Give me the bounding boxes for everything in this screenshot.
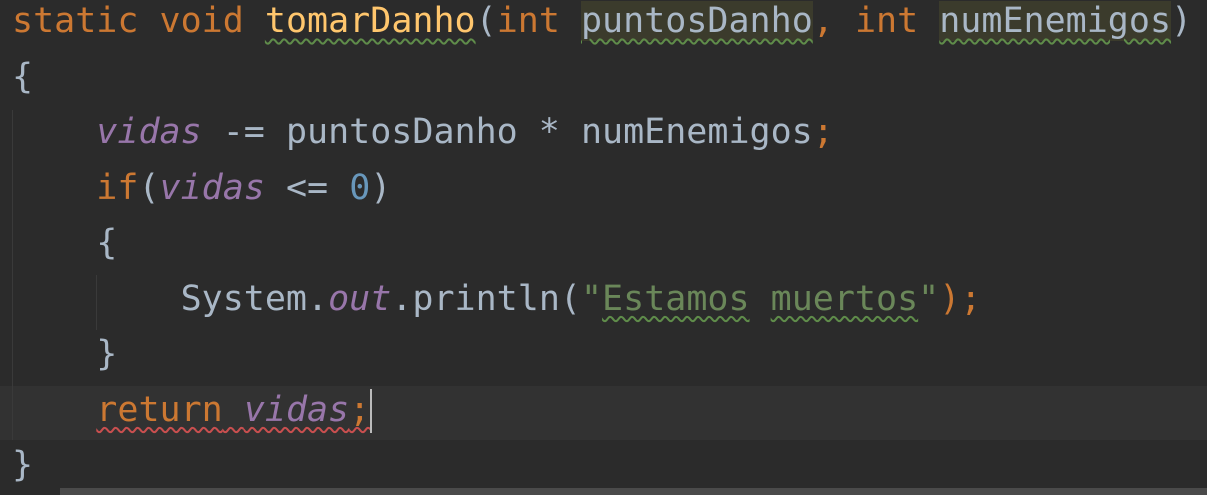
field: vidas [96,112,202,152]
number: 0 [349,167,371,208]
string-word: Estamos [602,278,750,319]
expression: -= puntosDanho * numEnemigos [201,112,813,152]
keyword: return [96,389,223,430]
field: vidas [243,389,350,430]
code-line-9: } [12,438,1192,494]
paren: ) [1171,1,1193,41]
parameter: puntosDanho [580,1,813,41]
keyword: void [159,1,244,41]
keyword: int [496,1,560,41]
code-line-6: System.out.println("Estamos muertos"); [12,272,1192,328]
method-name: tomarDanho [264,1,476,41]
paren: ( [138,167,160,208]
code-line-4: if(vidas <= 0) [12,161,1192,217]
code-line-3: vidas -= puntosDanho * numEnemigos; [12,105,1192,161]
code-line-8: return vidas; [12,383,1192,439]
keyword: int [854,1,919,41]
brace: { [12,56,34,97]
comma: , [812,1,834,41]
text-caret [370,388,373,433]
semicolon: ; [812,112,834,152]
quote: " [580,278,603,319]
keyword: static [12,1,139,41]
code-line-2: { [12,50,1192,106]
method-call: .println( [391,278,581,319]
field: vidas [159,167,265,208]
brace: } [12,445,34,485]
parameter: numEnemigos [939,1,1172,41]
semicolon: ; [349,389,371,430]
code-line-7: } [12,327,1192,383]
code-line-1: static void tomarDanho(int puntosDanho, … [12,0,1192,50]
horizontal-scrollbar[interactable] [60,488,1207,495]
class-name: System. [180,278,329,319]
code-line-5: { [12,216,1192,272]
brace: } [96,334,118,374]
keyword: if [96,167,139,208]
code-editor[interactable]: static void tomarDanho(int puntosDanho, … [12,0,1192,494]
quote: " [918,278,940,319]
paren: ( [475,1,497,41]
paren: ) [370,167,392,208]
punctuation: ); [939,278,982,319]
field: out [328,278,392,319]
brace: { [96,223,118,263]
string-word: muertos [770,278,919,319]
operator: <= [264,167,350,208]
